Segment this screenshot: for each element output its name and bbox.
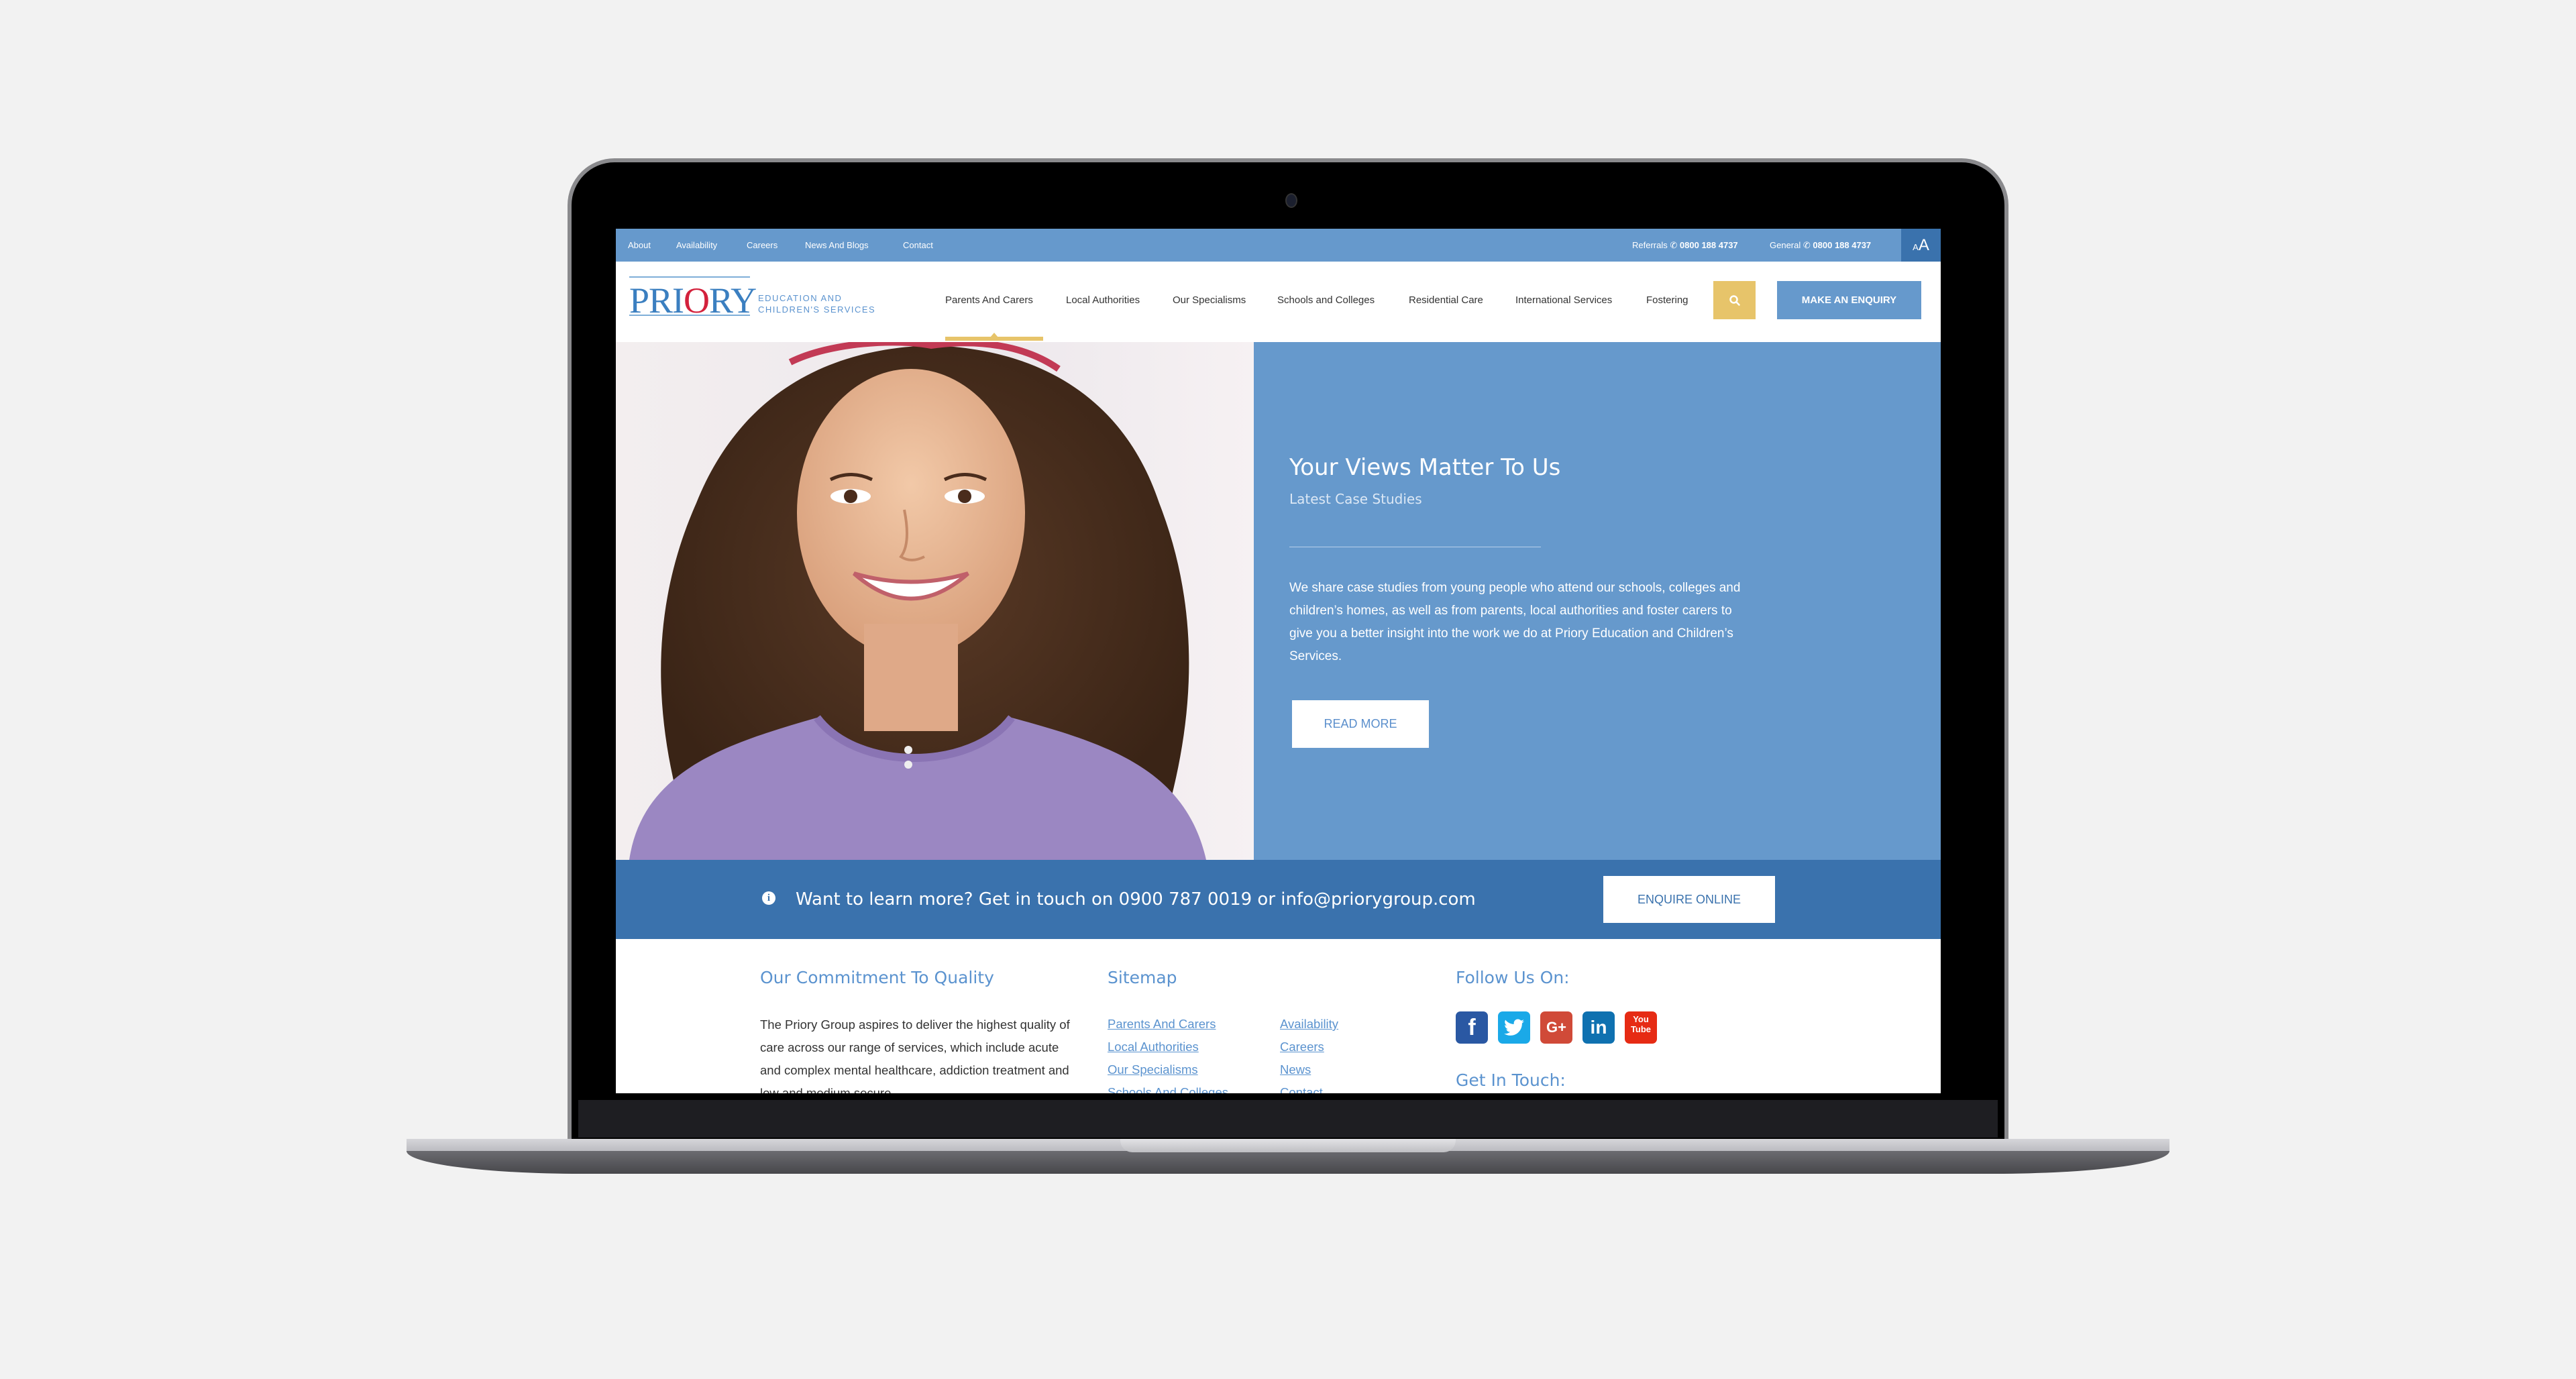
footer: Our Commitment To Quality The Priory Gro… [616,939,1941,1093]
general-phone[interactable]: General ✆ 0800 188 4737 [1770,240,1871,251]
linkedin-icon[interactable]: in [1582,1011,1615,1044]
laptop-hinge-notch [1120,1139,1456,1152]
nav-schools-and-colleges[interactable]: Schools and Colleges [1277,294,1375,306]
sitemap-link-local-authorities[interactable]: Local Authorities [1108,1040,1199,1054]
google-plus-icon[interactable]: G+ [1540,1011,1572,1044]
browser-viewport: About Availability Careers News And Blog… [616,229,1941,1093]
get-in-touch-heading: Get In Touch: [1456,1070,1566,1090]
hero-panel: Your Views Matter To Us Latest Case Stud… [1254,342,1941,860]
sitemap-link-careers[interactable]: Careers [1280,1040,1324,1054]
laptop-chin [578,1100,1998,1138]
sitemap-link-availability[interactable]: Availability [1280,1017,1338,1032]
text-size-toggle[interactable]: AA [1901,229,1941,262]
sitemap-heading: Sitemap [1108,968,1177,987]
make-an-enquiry-button[interactable]: MAKE AN ENQUIRY [1777,281,1921,319]
read-more-button[interactable]: READ MORE [1292,700,1429,748]
youtube-icon[interactable]: You Tube [1625,1011,1657,1044]
search-icon [1729,294,1740,306]
utility-bar: About Availability Careers News And Blog… [616,229,1941,262]
utility-link-about[interactable]: About [628,240,651,250]
referrals-phone[interactable]: Referrals ✆ 0800 188 4737 [1632,240,1738,251]
hero-body-text: We share case studies from young people … [1289,581,1741,663]
utility-link-availability[interactable]: Availability [676,240,717,250]
logo-rule-bottom [629,315,750,316]
sitemap-link-news[interactable]: News [1280,1062,1311,1077]
info-icon: i [762,891,775,905]
quality-heading: Our Commitment To Quality [760,968,994,987]
hero-image-smiling-girl [616,342,1254,860]
twitter-icon[interactable] [1498,1011,1530,1044]
phone-icon: ✆ [1670,240,1678,250]
nav-parents-and-carers[interactable]: Parents And Carers [945,294,1033,306]
nav-international-services[interactable]: International Services [1515,294,1612,306]
enquire-online-button[interactable]: ENQUIRE ONLINE [1603,876,1775,923]
contact-cta-band: i Want to learn more? Get in touch on 09… [616,860,1941,939]
logo-subtitle: EDUCATION AND CHILDREN'S SERVICES [758,293,876,315]
hero-title: Your Views Matter To Us [1289,454,1561,481]
cta-text: Want to learn more? Get in touch on 0900… [796,889,1476,909]
search-button[interactable] [1713,281,1756,319]
twitter-bird-glyph [1504,1019,1524,1036]
nav-local-authorities[interactable]: Local Authorities [1066,294,1140,306]
utility-link-news[interactable]: News And Blogs [805,240,869,250]
nav-fostering[interactable]: Fostering [1646,294,1688,306]
main-header: PRIORY EDUCATION AND CHILDREN'S SERVICES… [616,262,1941,342]
sitemap-link-schools-and-colleges[interactable]: Schools And Colleges [1108,1085,1228,1093]
quality-body: The Priory Group aspires to deliver the … [760,1017,1070,1093]
active-nav-indicator [945,337,1043,341]
follow-heading: Follow Us On: [1456,968,1570,987]
sitemap-link-parents-and-carers[interactable]: Parents And Carers [1108,1017,1216,1032]
nav-residential-care[interactable]: Residential Care [1409,294,1483,306]
sitemap-link-our-specialisms[interactable]: Our Specialisms [1108,1062,1198,1077]
hero-photo-illustration [629,342,1206,860]
utility-link-careers[interactable]: Careers [747,240,777,250]
sitemap-link-contact[interactable]: Contact [1280,1085,1323,1093]
camera-icon [1285,193,1297,208]
facebook-icon[interactable]: f [1456,1011,1488,1044]
nav-our-specialisms[interactable]: Our Specialisms [1173,294,1246,306]
utility-link-contact[interactable]: Contact [903,240,933,250]
laptop-base-bottom [407,1151,2169,1174]
phone-icon: ✆ [1803,240,1811,250]
logo-rule-top [629,276,750,278]
hero-subtitle: Latest Case Studies [1289,491,1422,507]
